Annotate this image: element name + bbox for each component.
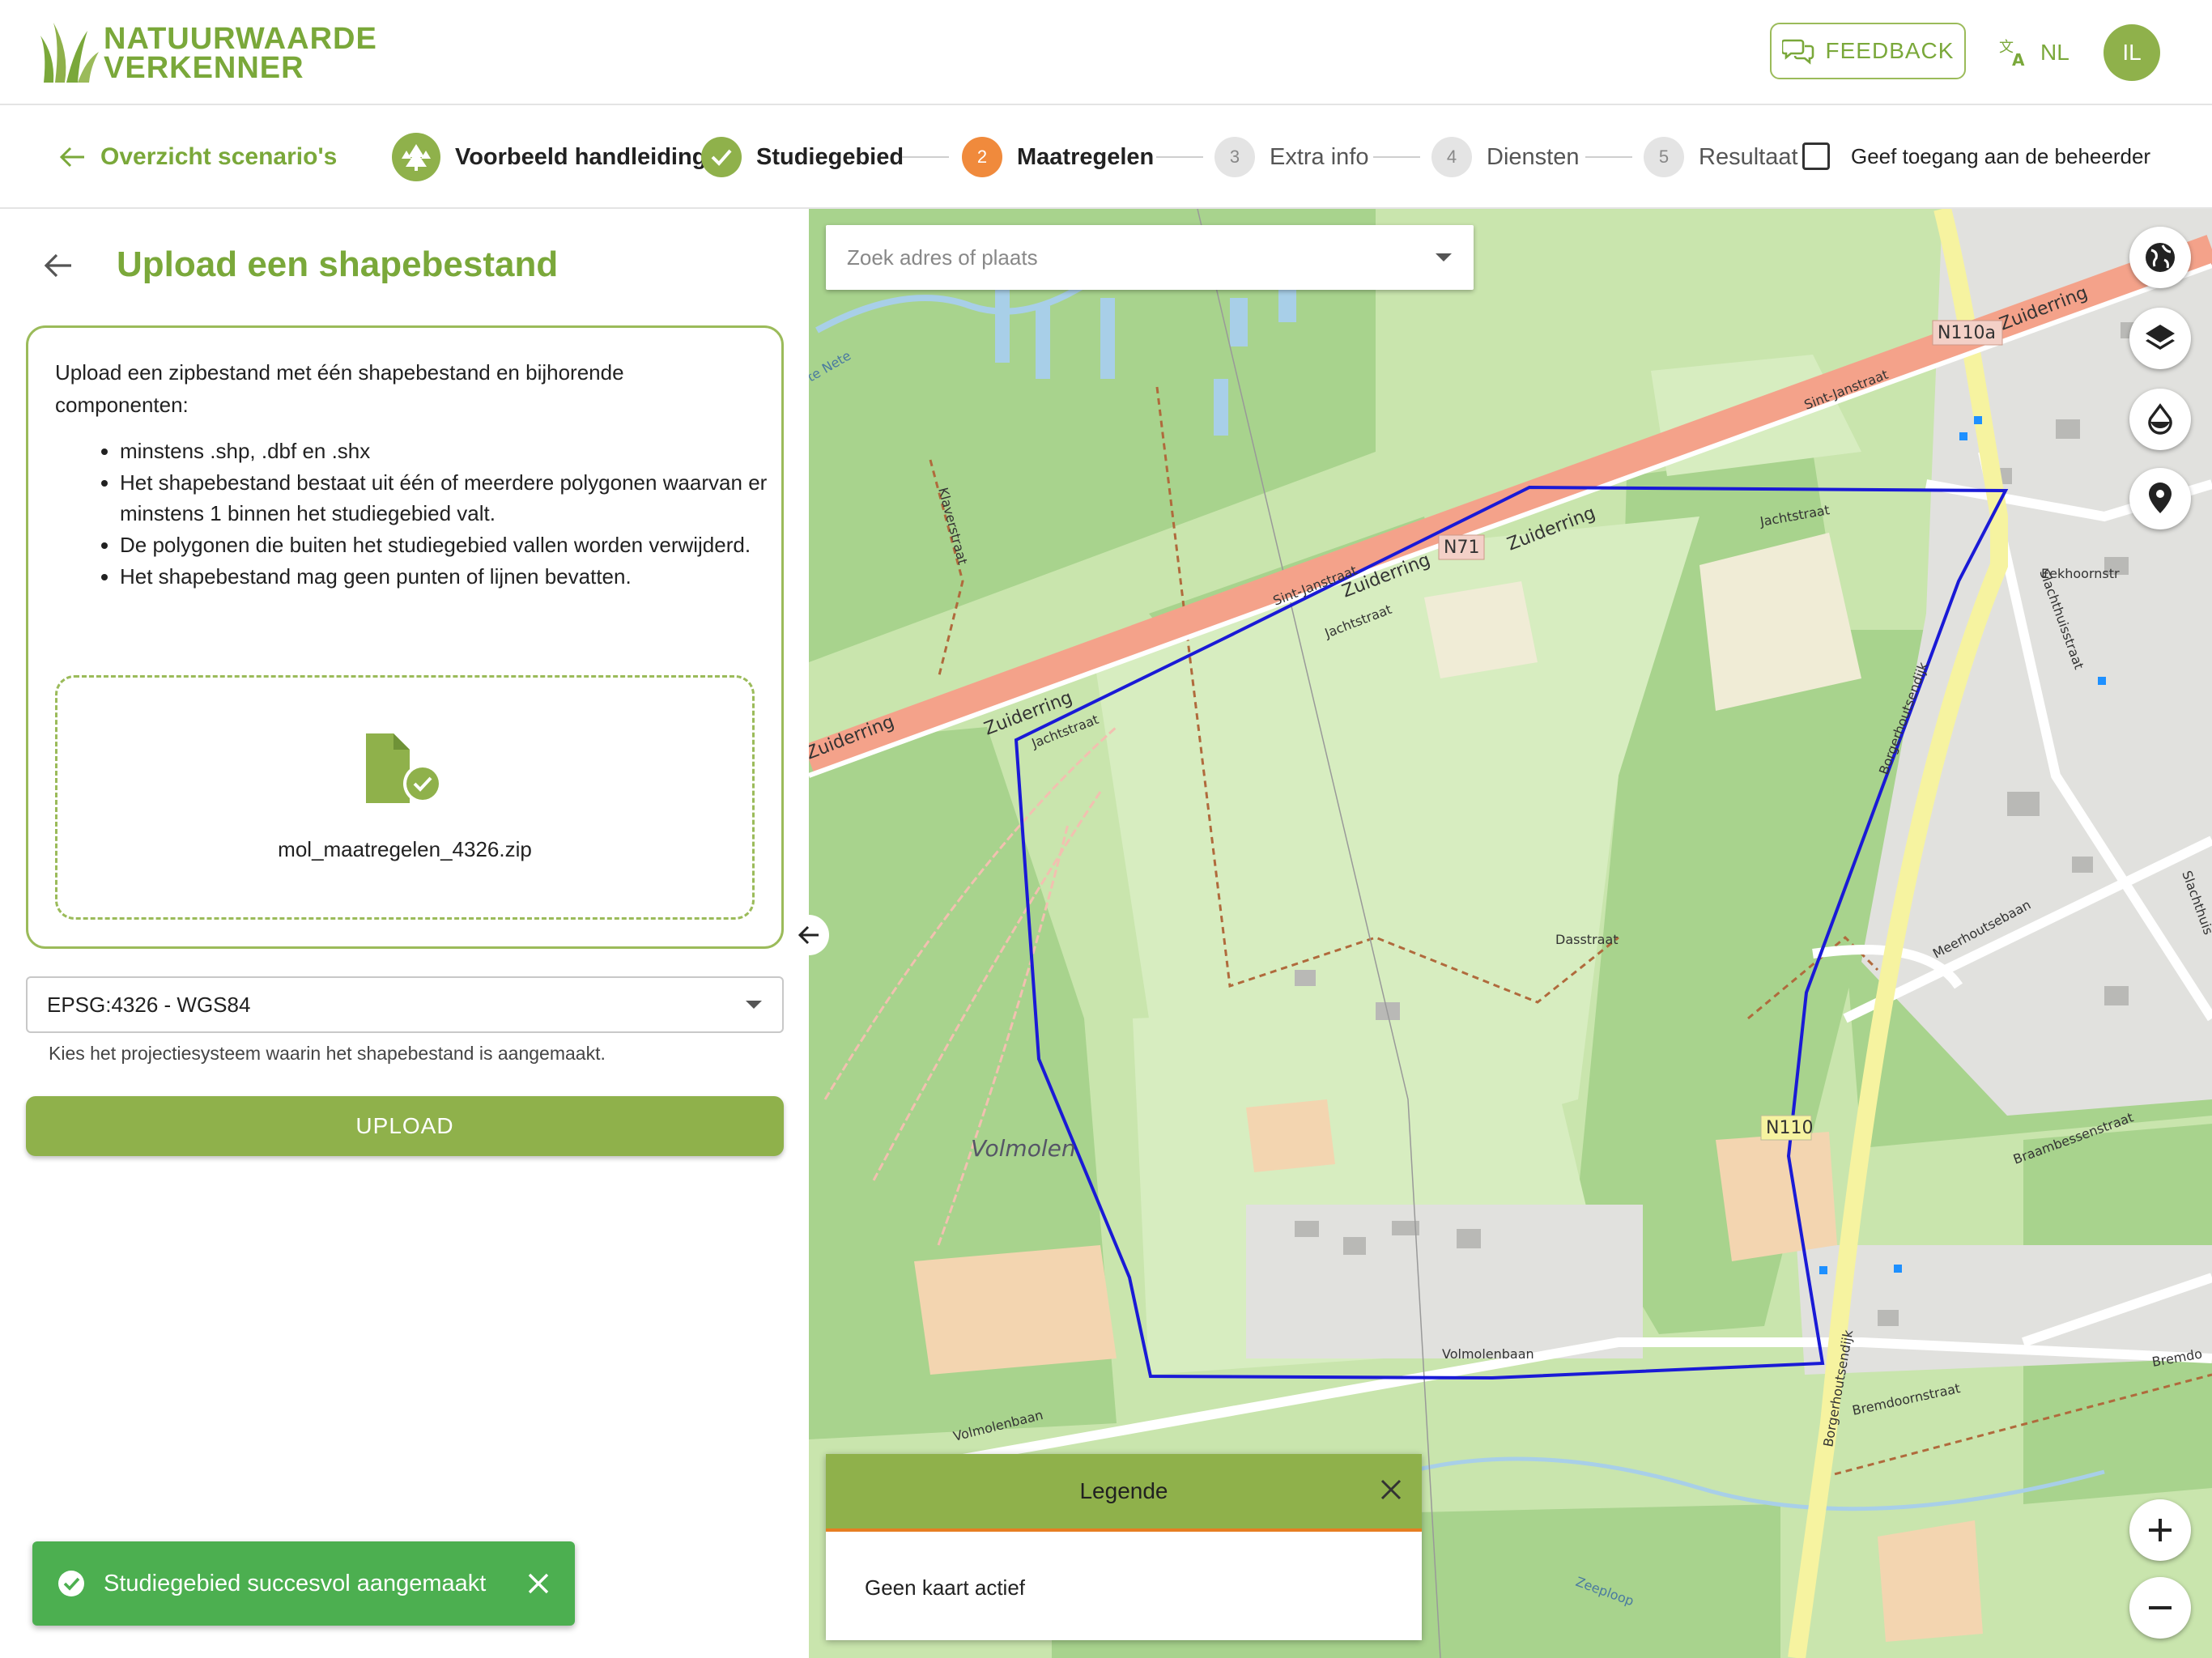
back-link-label: Overzicht scenario's bbox=[100, 143, 338, 170]
logo-line-2: VERKENNER bbox=[104, 51, 304, 85]
trees-icon bbox=[392, 133, 440, 181]
legend-title: Legende bbox=[1079, 1478, 1168, 1503]
arrow-left-icon bbox=[59, 147, 84, 168]
upload-intro-text: Upload een zipbestand met één shapebesta… bbox=[55, 360, 624, 417]
step-resultaat[interactable]: 5 Resultaat bbox=[1644, 133, 1798, 181]
chat-icon bbox=[1781, 39, 1814, 65]
language-label: NL bbox=[2040, 40, 2069, 65]
back-to-scenarios-link[interactable]: Overzicht scenario's bbox=[58, 139, 337, 175]
projection-value: EPSG:4326 - WGS84 bbox=[47, 992, 251, 1017]
requirements-list: minstens .shp, .dbf en .shx Het shapebes… bbox=[81, 436, 792, 593]
close-icon[interactable] bbox=[1380, 1478, 1402, 1501]
step-label: Studiegebied bbox=[756, 143, 904, 170]
panel-title: Upload een shapebestand bbox=[117, 244, 559, 284]
arrow-left-icon bbox=[798, 925, 819, 945]
requirement-item: Het shapebestand mag geen punten of lijn… bbox=[120, 561, 792, 592]
step-maatregelen[interactable]: 2 Maatregelen bbox=[962, 133, 1154, 181]
upload-button[interactable]: UPLOAD bbox=[26, 1096, 784, 1156]
svg-text:Volmolen: Volmolen bbox=[971, 1135, 1076, 1162]
svg-text:N71: N71 bbox=[1444, 538, 1479, 558]
logo-line-1: NATUURWAARDE bbox=[104, 22, 377, 56]
admin-access-label: Geef toegang aan de beheerder bbox=[1851, 144, 2151, 168]
svg-text:N110: N110 bbox=[1766, 1118, 1813, 1138]
step-label: Voorbeeld handleiding bbox=[455, 143, 707, 170]
collapse-panel-button[interactable] bbox=[789, 915, 829, 955]
svg-text:N110a: N110a bbox=[1938, 323, 1996, 343]
step-connector bbox=[1156, 156, 1203, 158]
app-header: NATUURWAARDE VERKENNER FEEDBACK 文 A NL I… bbox=[0, 0, 2212, 105]
step-connector bbox=[1373, 156, 1420, 158]
check-circle-icon bbox=[58, 1571, 84, 1596]
legend-header: Legende bbox=[826, 1454, 1422, 1532]
translate-icon: 文 A bbox=[1999, 39, 2025, 68]
step-studiegebied[interactable]: Studiegebied bbox=[701, 133, 904, 181]
step-number: 4 bbox=[1431, 137, 1472, 177]
layers-button[interactable] bbox=[2129, 308, 2191, 369]
logo-grass-icon bbox=[40, 23, 99, 83]
admin-access-checkbox[interactable] bbox=[1802, 142, 1830, 170]
step-extra-info[interactable]: 3 Extra info bbox=[1214, 133, 1369, 181]
step-label: Maatregelen bbox=[1017, 143, 1155, 170]
requirement-item: Het shapebestand bestaat uit één of meer… bbox=[120, 467, 792, 529]
step-voorbeeld-handleiding[interactable]: Voorbeeld handleiding bbox=[392, 133, 706, 181]
close-icon[interactable] bbox=[526, 1571, 551, 1596]
step-connector bbox=[902, 156, 949, 158]
step-number: 2 bbox=[962, 137, 1002, 177]
requirement-item: De polygonen die buiten het studiegebied… bbox=[120, 529, 792, 560]
search-placeholder: Zoek adres of plaats bbox=[847, 244, 1038, 270]
basemap-button[interactable] bbox=[2129, 227, 2191, 288]
feedback-button[interactable]: FEEDBACK bbox=[1770, 23, 1966, 79]
file-check-icon bbox=[366, 733, 442, 803]
map-canvas[interactable]: N110a Zuiderring Sint-Janstraat N71 Zuid… bbox=[809, 209, 2212, 1658]
address-search[interactable]: Zoek adres of plaats bbox=[826, 225, 1474, 290]
caret-down-icon bbox=[1436, 253, 1452, 261]
app-logo[interactable]: NATUURWAARDE VERKENNER bbox=[104, 22, 377, 85]
svg-text:Dasstraat: Dasstraat bbox=[1555, 932, 1619, 947]
road-shield-n110: N110 bbox=[1760, 1115, 1813, 1141]
panel-back-button[interactable] bbox=[42, 251, 74, 284]
success-toast: Studiegebied succesvol aangemaakt bbox=[32, 1541, 575, 1626]
step-label: Resultaat bbox=[1699, 143, 1798, 170]
user-avatar[interactable]: IL bbox=[2104, 24, 2160, 81]
step-label: Diensten bbox=[1487, 143, 1580, 170]
legend-empty-text: Geen kaart actief bbox=[865, 1575, 1025, 1600]
toast-message: Studiegebied succesvol aangemaakt bbox=[104, 1570, 487, 1596]
projection-hint: Kies het projectiesysteem waarin het sha… bbox=[49, 1043, 606, 1064]
water-drop-icon bbox=[2148, 403, 2172, 435]
road-shield-n110a: N110a bbox=[1932, 320, 2003, 346]
feedback-label: FEEDBACK bbox=[1825, 38, 1955, 63]
step-label: Extra info bbox=[1270, 143, 1369, 170]
step-connector bbox=[1585, 156, 1632, 158]
plus-icon bbox=[2149, 1519, 2172, 1541]
arrow-left-icon bbox=[44, 253, 71, 278]
zoom-out-button[interactable] bbox=[2129, 1577, 2191, 1639]
map-pin-icon bbox=[2149, 483, 2172, 513]
location-button[interactable] bbox=[2129, 468, 2191, 529]
svg-text:A: A bbox=[2012, 50, 2025, 68]
map-view[interactable]: N110a Zuiderring Sint-Janstraat N71 Zuid… bbox=[809, 209, 2212, 1658]
opacity-button[interactable] bbox=[2129, 389, 2191, 450]
layers-icon bbox=[2146, 325, 2175, 350]
check-icon bbox=[701, 137, 742, 177]
requirement-item: minstens .shp, .dbf en .shx bbox=[120, 436, 792, 466]
caret-down-icon bbox=[746, 1001, 762, 1009]
step-diensten[interactable]: 4 Diensten bbox=[1431, 133, 1579, 181]
minus-icon bbox=[2149, 1606, 2172, 1609]
globe-icon bbox=[2146, 243, 2175, 272]
uploaded-filename: mol_maatregelen_4326.zip bbox=[278, 837, 532, 861]
zoom-in-button[interactable] bbox=[2129, 1499, 2191, 1561]
road-shield-n71: N71 bbox=[1438, 534, 1485, 560]
legend-panel: Legende Geen kaart actief bbox=[826, 1454, 1422, 1640]
step-number: 3 bbox=[1214, 137, 1255, 177]
language-switch[interactable]: 文 A NL bbox=[1998, 32, 2069, 73]
svg-text:Volmolenbaan: Volmolenbaan bbox=[1442, 1346, 1534, 1362]
step-number: 5 bbox=[1644, 137, 1684, 177]
projection-select[interactable]: EPSG:4326 - WGS84 bbox=[26, 976, 784, 1033]
